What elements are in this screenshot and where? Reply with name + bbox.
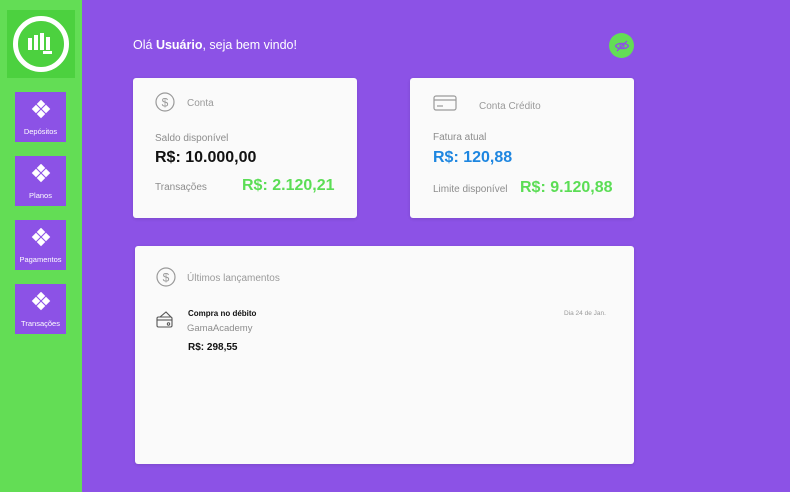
invoice-label: Fatura atual — [433, 132, 487, 143]
credit-card: Conta Crédito Fatura atual R$: 120,88 Li… — [410, 78, 634, 218]
greeting-suffix: , seja bem vindo! — [202, 38, 297, 52]
card-payment-icon — [156, 311, 173, 328]
eye-off-icon — [614, 40, 629, 51]
logo-icon — [13, 16, 69, 72]
sidebar-item-label: Transações — [21, 319, 60, 328]
sidebar: Depósitos Planos Pagamentos Transações — [0, 0, 82, 492]
limit-label: Limite disponível — [433, 184, 508, 195]
invoice-value: R$: 120,88 — [433, 149, 513, 166]
svg-text:$: $ — [163, 271, 170, 285]
svg-text:$: $ — [162, 96, 169, 110]
sidebar-item-pagamentos[interactable]: Pagamentos — [15, 220, 66, 270]
dollar-icon: $ — [156, 267, 176, 287]
card-title: Conta — [187, 98, 214, 109]
diamond-grid-icon — [31, 100, 50, 119]
sidebar-item-planos[interactable]: Planos — [15, 156, 66, 206]
diamond-grid-icon — [31, 164, 50, 183]
card-title: Conta Crédito — [479, 101, 541, 112]
account-card: $ Conta Saldo disponível R$: 10.000,00 T… — [133, 78, 357, 218]
credit-card-icon — [433, 95, 457, 111]
sidebar-item-label: Depósitos — [23, 127, 58, 136]
diamond-grid-icon — [31, 228, 50, 247]
sidebar-item-label: Pagamentos — [19, 255, 62, 264]
transactions-label: Transações — [155, 182, 207, 193]
greeting: Olá Usuário, seja bem vindo! — [133, 38, 297, 52]
entry-title: Compra no débito — [188, 309, 257, 318]
greeting-username: Usuário — [155, 38, 203, 52]
card-title: Últimos lançamentos — [187, 273, 280, 284]
latest-transactions-card: $ Últimos lançamentos Compra no débito G… — [135, 246, 634, 464]
sidebar-item-transacoes[interactable]: Transações — [15, 284, 66, 334]
toggle-visibility-button[interactable] — [609, 33, 634, 58]
sidebar-item-label: Planos — [29, 191, 52, 200]
dollar-icon: $ — [155, 92, 175, 112]
entry-merchant: GamaAcademy — [187, 323, 253, 334]
logo[interactable] — [7, 10, 75, 78]
greeting-prefix: Olá — [133, 38, 156, 52]
balance-label: Saldo disponível — [155, 133, 229, 144]
sidebar-item-depositos[interactable]: Depósitos — [15, 92, 66, 142]
diamond-grid-icon — [31, 292, 50, 311]
limit-value: R$: 9.120,88 — [520, 179, 613, 196]
entry-date: Dia 24 de Jan. — [564, 310, 606, 317]
balance-value: R$: 10.000,00 — [155, 149, 257, 166]
transactions-value: R$: 2.120,21 — [242, 177, 335, 194]
entry-value: R$: 298,55 — [188, 342, 238, 353]
